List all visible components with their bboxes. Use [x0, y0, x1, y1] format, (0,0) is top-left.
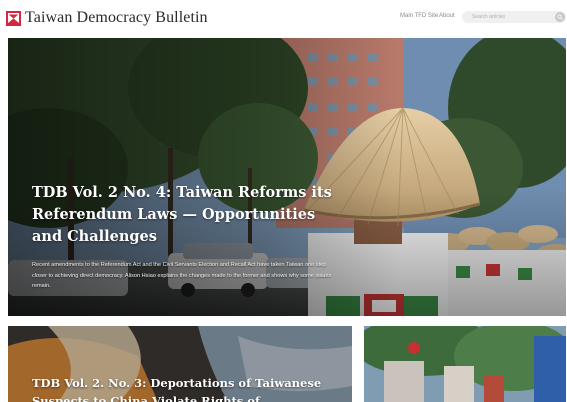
search-button[interactable] — [555, 12, 565, 22]
article-card-title[interactable]: TDB Vol. 2. No. 3: Deportations of Taiwa… — [32, 374, 352, 402]
hero-summary: Recent amendments to the Referendum Act … — [32, 262, 332, 289]
nav-link-about[interactable]: About — [439, 13, 455, 19]
article-card[interactable] — [364, 326, 566, 402]
nav-link-main-site[interactable]: Main TFD Site — [400, 13, 438, 19]
site-title[interactable]: Taiwan Democracy Bulletin — [25, 8, 208, 28]
article-card[interactable]: TDB Vol. 2. No. 3: Deportations of Taiwa… — [8, 326, 352, 402]
hero-featured-article[interactable]: TDB Vol. 2 No. 4: Taiwan Reforms its Ref… — [8, 38, 566, 316]
logo-icon[interactable] — [6, 11, 21, 26]
hero-title[interactable]: TDB Vol. 2 No. 4: Taiwan Reforms its Ref… — [32, 182, 332, 248]
article-card-image — [364, 326, 566, 402]
search-icon — [557, 14, 563, 20]
site-header: Taiwan Democracy Bulletin Main TFD Site … — [0, 0, 567, 38]
search-input[interactable] — [472, 11, 548, 23]
search-box — [462, 11, 566, 23]
